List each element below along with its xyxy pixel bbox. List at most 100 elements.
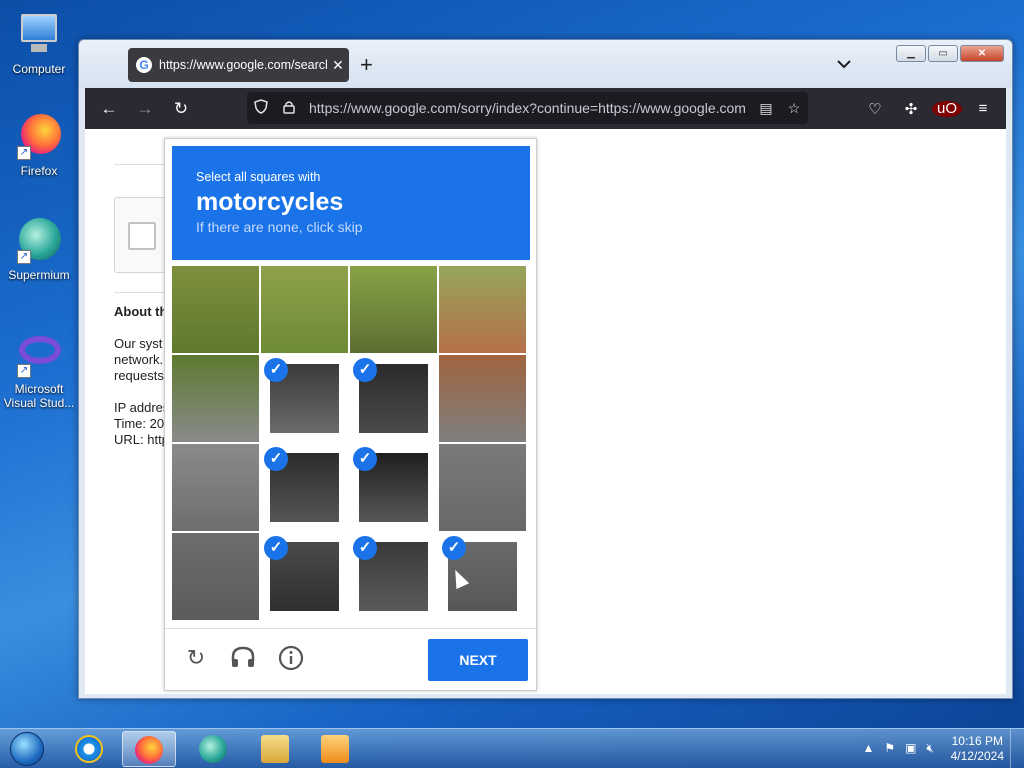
tab-title: https://www.google.com/search [159, 58, 327, 72]
firefox-icon [135, 736, 163, 764]
firefox-icon: ↗ [15, 112, 63, 160]
taskbar-firefox[interactable] [122, 731, 176, 767]
url-text: https://www.google.com/sorry/index?conti… [309, 100, 746, 116]
captcha-tile[interactable]: ✓ [439, 266, 526, 353]
taskbar-internet-explorer[interactable] [62, 731, 116, 767]
google-favicon-icon: G [136, 57, 152, 73]
challenge-hint: If there are none, click skip [196, 219, 363, 235]
captcha-tile[interactable]: ✓ [261, 266, 348, 353]
volume-muted-icon[interactable]: 🔇︎ [926, 741, 934, 756]
captcha-tile[interactable]: ✓ [350, 533, 437, 620]
captcha-tile[interactable]: ✓ [439, 444, 526, 531]
ublock-origin-icon[interactable]: uO [932, 100, 962, 117]
extensions-icon[interactable]: ✣ [896, 100, 926, 118]
forward-button[interactable]: → [127, 99, 163, 119]
media-player-icon [321, 735, 349, 763]
captcha-tile[interactable]: ✓ [172, 266, 259, 353]
taskbar: ▲ ⚑ ▣ 🔇︎ 10:16 PM 4/12/2024 [0, 728, 1024, 768]
desktop-icon-firefox[interactable]: ↗ Firefox [3, 112, 75, 178]
captcha-tile[interactable]: ✓ [439, 355, 526, 442]
lock-icon[interactable] [275, 100, 303, 117]
checkmark-icon: ✓ [353, 536, 377, 560]
reload-challenge-icon[interactable]: ↻ [181, 645, 211, 671]
recaptcha-challenge: Select all squares with motorcycles If t… [164, 138, 537, 691]
network-icon[interactable]: ▣ [905, 741, 916, 756]
taskbar-supermium[interactable] [186, 731, 240, 767]
info-icon[interactable] [276, 645, 306, 677]
desktop-icon-supermium[interactable]: ↗ Supermium [3, 216, 75, 282]
checkmark-icon: ✓ [264, 447, 288, 471]
menu-icon[interactable]: ≡ [968, 100, 998, 117]
page-info-line: URL: http [114, 432, 169, 447]
minimize-button[interactable]: ▁ [896, 45, 926, 62]
captcha-tile[interactable]: ✓ [350, 266, 437, 353]
tile-image [350, 266, 437, 353]
tab-active[interactable]: G https://www.google.com/search ✕ [128, 48, 349, 82]
challenge-header: Select all squares with motorcycles If t… [172, 146, 530, 260]
challenge-footer: ↻ NEXT [165, 628, 536, 691]
tab-close-icon[interactable]: ✕ [327, 57, 349, 74]
tile-image [439, 355, 526, 442]
desktop-icon-visual-studio[interactable]: ↗ Microsoft Visual Stud... [3, 330, 75, 410]
close-window-button[interactable]: ✕ [960, 45, 1004, 62]
captcha-tile[interactable]: ✓ [350, 355, 437, 442]
page-info-line: Time: 20 [114, 416, 165, 431]
page-heading: About th [114, 304, 168, 319]
recaptcha-checkbox[interactable] [128, 222, 156, 250]
clock-date: 4/12/2024 [950, 749, 1004, 763]
chevron-down-icon [837, 60, 851, 69]
captcha-tile[interactable]: ✓ [172, 444, 259, 531]
reader-view-icon[interactable]: ▤ [752, 100, 780, 117]
window-controls: ▁ ▭ ✕ [896, 45, 1004, 62]
challenge-instruction: Select all squares with [196, 170, 321, 184]
desktop-icon-label: Supermium [8, 268, 70, 282]
tile-image [439, 444, 526, 531]
clock-time: 10:16 PM [951, 734, 1003, 748]
page-text-line: network. [114, 352, 164, 367]
captcha-tile[interactable]: ✓ [261, 444, 348, 531]
list-all-tabs-button[interactable] [837, 56, 851, 72]
captcha-tile[interactable]: ✓ [261, 533, 348, 620]
supermium-icon: ↗ [15, 216, 63, 264]
page-text-line: requests [114, 368, 164, 383]
windows-orb-icon [10, 732, 44, 766]
desktop-icon-label: Firefox [20, 164, 58, 178]
audio-challenge-icon[interactable] [228, 645, 258, 675]
taskbar-file-explorer[interactable] [248, 731, 302, 767]
toolbar-right: ♡ ✣ uO ≡ [860, 88, 998, 129]
tile-image [172, 266, 259, 353]
captcha-tile[interactable]: ✓ [350, 444, 437, 531]
tile-image [261, 266, 348, 353]
desktop-icon-label: Computer [12, 62, 66, 76]
shortcut-arrow-icon: ↗ [17, 250, 31, 264]
navigation-toolbar: ← → ↻ https://www.google.com/sorry/index… [85, 88, 1006, 129]
captcha-tile[interactable]: ✓ [261, 355, 348, 442]
action-center-flag-icon[interactable]: ⚑ [884, 741, 895, 756]
desktop-icon-computer[interactable]: Computer [3, 10, 75, 76]
computer-icon [15, 10, 63, 58]
taskbar-media-player[interactable] [308, 731, 362, 767]
captcha-tile[interactable]: ✓ [172, 533, 259, 620]
bookmark-star-icon[interactable]: ☆ [780, 100, 808, 117]
checkmark-icon: ✓ [264, 358, 288, 382]
url-bar[interactable]: https://www.google.com/sorry/index?conti… [247, 92, 808, 124]
folder-icon [261, 735, 289, 763]
visual-studio-icon: ↗ [15, 330, 63, 378]
reload-button[interactable]: ↻ [163, 99, 199, 119]
start-button[interactable] [6, 729, 48, 768]
shortcut-arrow-icon: ↗ [17, 146, 31, 160]
tile-image [172, 444, 259, 531]
maximize-button[interactable]: ▭ [928, 45, 958, 62]
new-tab-button[interactable]: + [360, 54, 373, 76]
back-button[interactable]: ← [91, 99, 127, 119]
internet-explorer-icon [75, 735, 103, 763]
shield-icon[interactable] [247, 99, 275, 117]
pocket-icon[interactable]: ♡ [860, 100, 890, 118]
tile-image [172, 355, 259, 442]
show-desktop-button[interactable] [1010, 729, 1024, 768]
system-clock[interactable]: 10:16 PM 4/12/2024 [951, 734, 1004, 764]
captcha-tile[interactable]: ✓ [172, 355, 259, 442]
next-button[interactable]: NEXT [428, 639, 528, 681]
checkmark-icon: ✓ [353, 447, 377, 471]
show-hidden-icons-icon[interactable]: ▲ [862, 741, 874, 756]
